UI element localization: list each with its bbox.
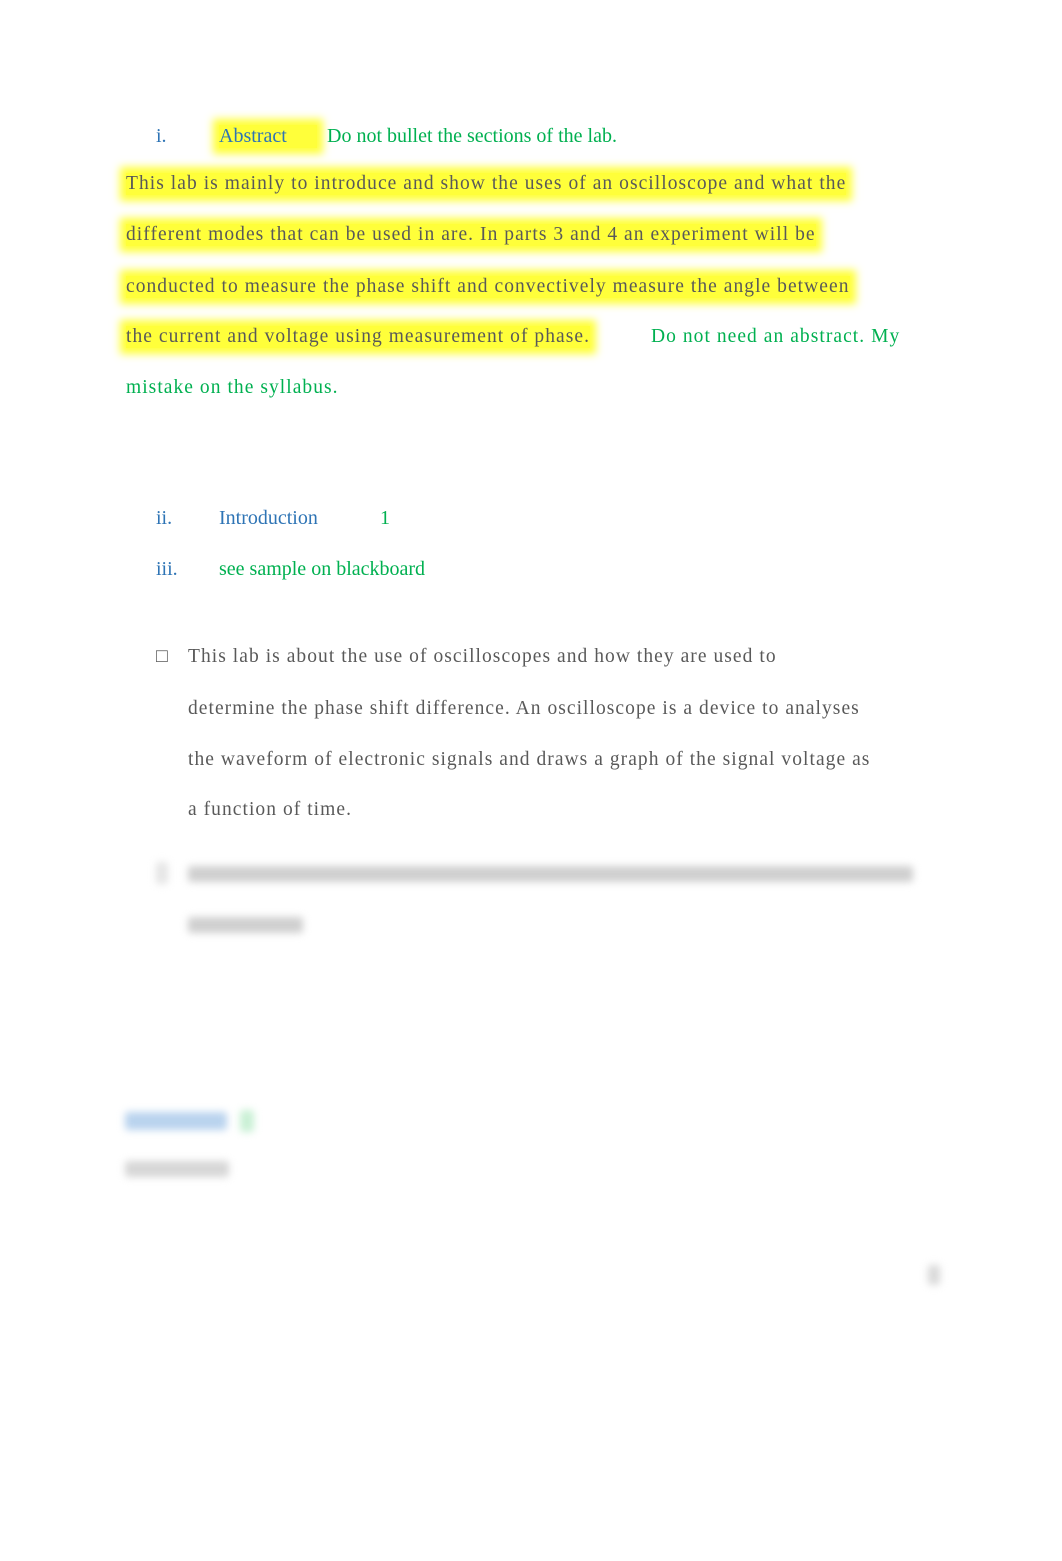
instructor-comment: Do not need an abstract. My xyxy=(651,326,901,347)
intro-line: determine the phase shift difference. An… xyxy=(188,698,860,719)
section-title: Abstract xyxy=(219,125,317,148)
section-numeral: iii. xyxy=(156,558,178,580)
section-numeral: i. xyxy=(156,125,167,147)
instructor-comment: see sample on blackboard xyxy=(219,558,426,580)
blurred-heading xyxy=(125,1112,227,1130)
intro-line: a function of time. xyxy=(188,799,352,820)
abstract-line: conducted to measure the phase shift and… xyxy=(126,276,850,298)
blurred-text-line xyxy=(188,917,303,933)
instructor-comment: Do not bullet the sections of the lab. xyxy=(327,125,617,147)
abstract-line: This lab is mainly to introduce and show… xyxy=(126,173,847,195)
section-numeral: ii. xyxy=(156,507,173,529)
abstract-line: different modes that can be used in are.… xyxy=(126,224,816,246)
section-title: Introduction xyxy=(219,507,318,529)
instructor-comment: 1 xyxy=(380,507,390,529)
blurred-subheading xyxy=(125,1161,229,1177)
blurred-comment xyxy=(240,1110,254,1132)
blurred-text-line xyxy=(188,866,913,882)
instructor-comment: mistake on the syllabus. xyxy=(126,377,339,398)
bullet-icon: □ xyxy=(156,646,169,667)
blurred-bullet xyxy=(156,862,168,884)
intro-line: the waveform of electronic signals and d… xyxy=(188,749,871,770)
abstract-line: the current and voltage using measuremen… xyxy=(126,326,590,348)
intro-line: This lab is about the use of oscilloscop… xyxy=(188,646,777,667)
blurred-page-number xyxy=(928,1265,940,1285)
